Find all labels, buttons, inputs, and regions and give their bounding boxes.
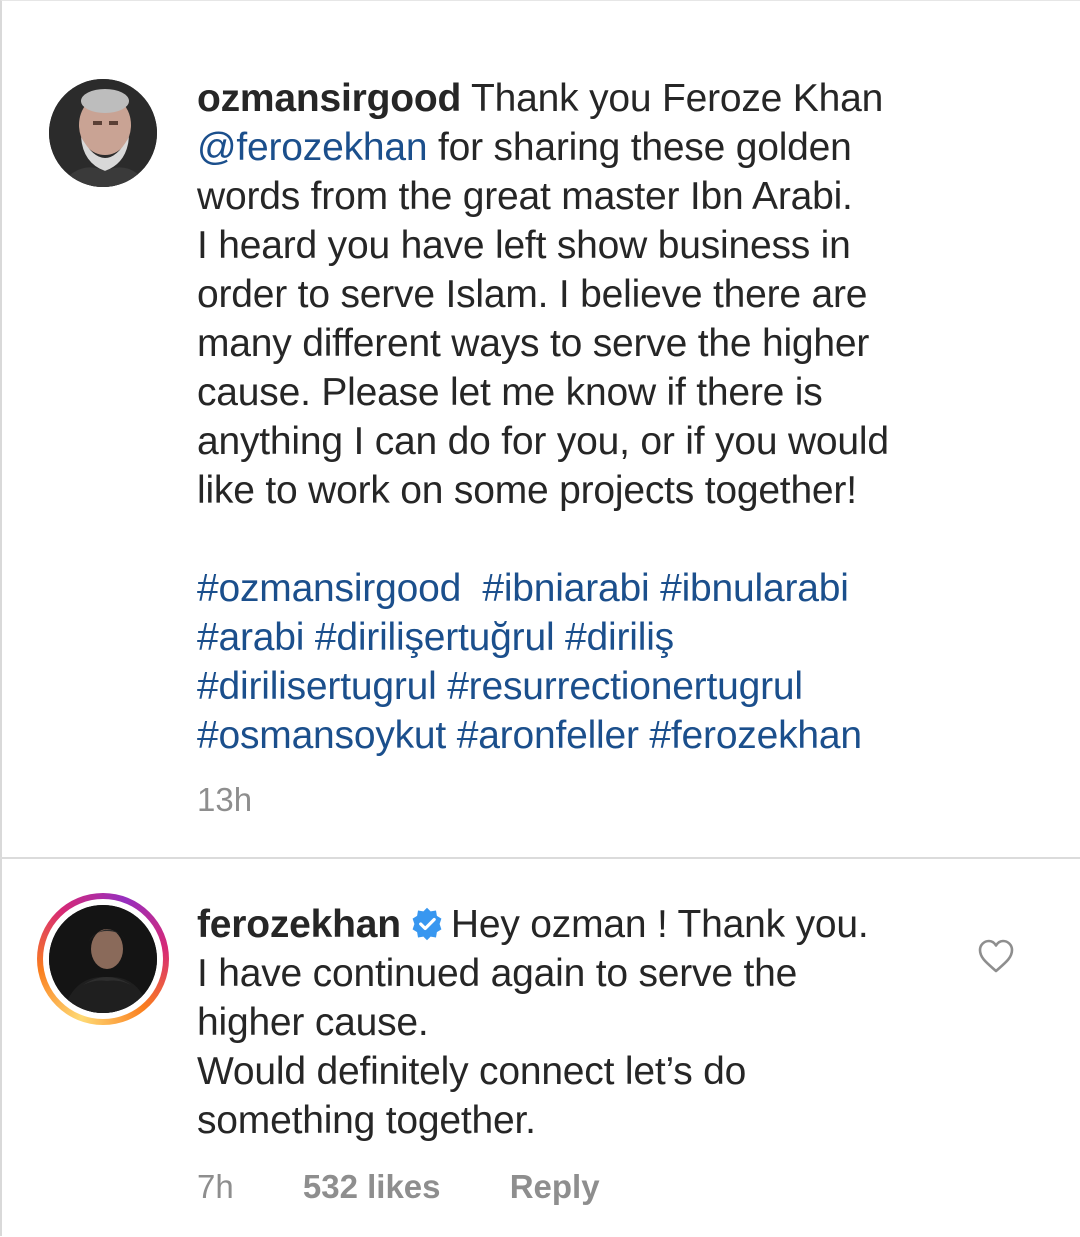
comment-text: higher cause. [197, 1001, 429, 1044]
comment-text: Hey ozman ! Thank you. [450, 903, 869, 946]
comment-meta: 7h 532 likes Reply [197, 1168, 600, 1206]
comment-meta: 13h [197, 781, 252, 819]
avatar-portrait-image [49, 905, 157, 1013]
hashtag-line[interactable]: #ozmansirgood #ibniarabi #ibnularabi [197, 564, 862, 613]
hashtag-line[interactable]: #osmansoykut #aronfeller #ferozekhan [197, 711, 862, 760]
comment-text: anything I can do for you, or if you wou… [197, 420, 889, 463]
likes-count-button[interactable]: 532 likes [303, 1168, 441, 1206]
comment-ozmansirgood: ozmansirgood Thank you Feroze Khan @fero… [0, 0, 1080, 858]
verified-badge-icon [412, 907, 442, 941]
comment-username[interactable]: ozmansirgood [197, 77, 461, 120]
comment-text: cause. Please let me know if there is [197, 371, 823, 414]
mention-link[interactable]: @ferozekhan [197, 126, 428, 169]
comment-text: Would definitely connect let’s do [197, 1050, 747, 1093]
comment-text: order to serve Islam. I believe there ar… [197, 273, 868, 316]
comment-body: ozmansirgood Thank you Feroze Khan @fero… [197, 74, 967, 515]
comment-divider [0, 857, 1080, 859]
avatar-ozmansirgood[interactable] [49, 79, 157, 187]
heart-outline-icon[interactable] [977, 938, 1015, 974]
comment-text: like to work on some projects together! [197, 469, 857, 512]
comment-text: words from the great master Ibn Arabi. [197, 175, 853, 218]
comment-username[interactable]: ferozekhan [197, 903, 401, 946]
avatar-portrait-image [49, 79, 157, 187]
comment-text: many different ways to serve the higher [197, 322, 870, 365]
comment-timestamp: 7h [197, 1168, 234, 1205]
avatar-ferozekhan[interactable] [49, 905, 157, 1013]
comment-text: I heard you have left show business in [197, 224, 851, 267]
comment-text: for sharing these golden [427, 126, 852, 169]
avatar-ferozekhan-story-ring[interactable] [37, 893, 169, 1025]
hashtag-block: #ozmansirgood #ibniarabi #ibnularabi #ar… [197, 564, 862, 760]
reply-button[interactable]: Reply [510, 1168, 600, 1206]
comment-text: I have continued again to serve the [197, 952, 798, 995]
comment-body: ferozekhan Hey ozman ! Thank you. I have… [197, 900, 937, 1145]
comment-timestamp: 13h [197, 781, 253, 818]
hashtag-line[interactable]: #arabi #dirilişertuğrul #diriliş [197, 613, 862, 662]
comment-text: Thank you Feroze Khan [461, 77, 884, 120]
comment-text: something together. [197, 1099, 536, 1142]
hashtag-line[interactable]: #dirilisertugrul #resurrectionertugrul [197, 662, 862, 711]
